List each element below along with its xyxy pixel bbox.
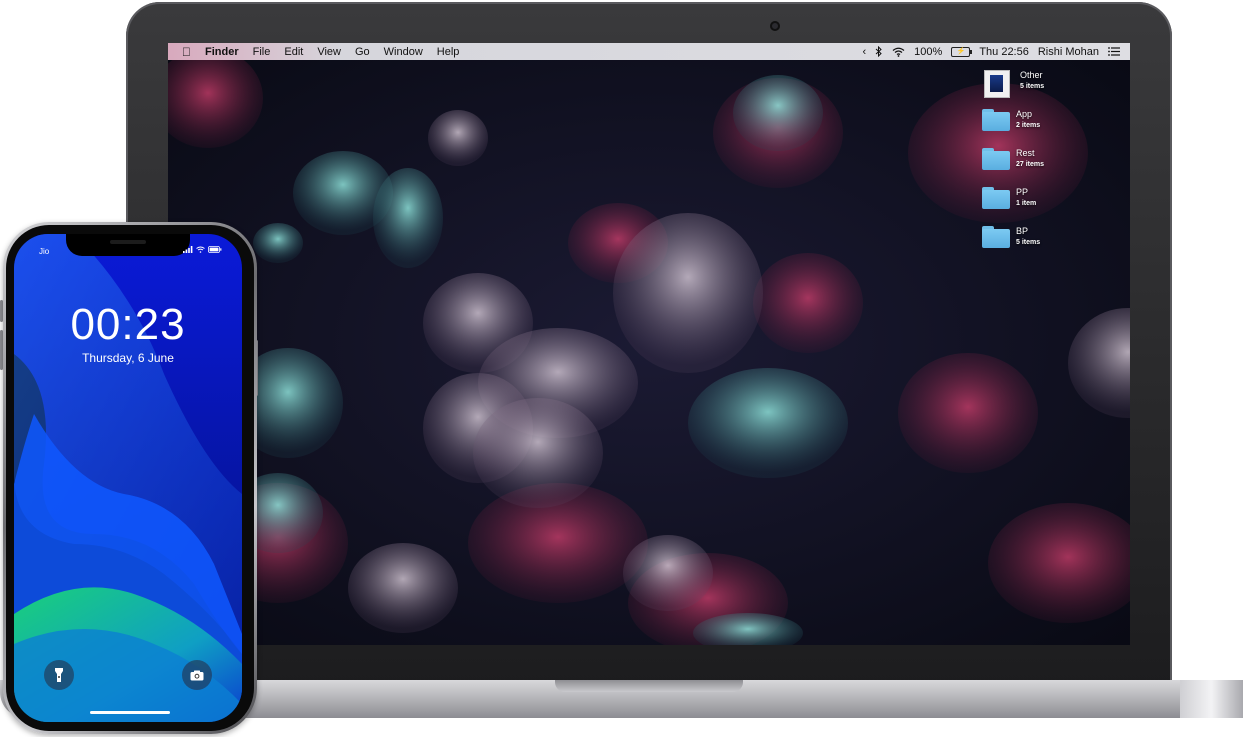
chevron-left-icon[interactable]: ‹ xyxy=(863,46,867,58)
desktop-item-name: PP xyxy=(1016,187,1029,197)
battery-icon xyxy=(208,246,222,253)
menu-file[interactable]: File xyxy=(246,46,278,58)
carrier-label: Jio xyxy=(39,247,50,256)
desktop-item-name: App xyxy=(1016,109,1033,119)
mac-menubar:  Finder File Edit View Go Window Help ‹… xyxy=(168,43,1130,60)
lockscreen-time: 00:23 xyxy=(70,300,186,349)
document-icon xyxy=(984,70,1010,98)
camera-button[interactable] xyxy=(182,660,212,690)
desktop-item-bp[interactable]: BP 5 items xyxy=(982,226,1122,265)
iphone-lockscreen: Jio 00:23 Thursday, 6 June xyxy=(14,234,242,722)
earpiece-speaker xyxy=(110,240,146,244)
bluetooth-icon[interactable] xyxy=(875,46,883,57)
phone-status-icons xyxy=(183,246,222,253)
desktop-item-name: Other xyxy=(1020,70,1043,80)
desktop-item-count: 5 items xyxy=(1016,239,1041,246)
wifi-icon xyxy=(196,246,205,253)
menubar-clock[interactable]: Thu 22:56 xyxy=(979,46,1029,58)
folder-icon xyxy=(982,148,1010,170)
desktop-item-count: 27 items xyxy=(1016,161,1045,168)
menubar-user[interactable]: Rishi Mohan xyxy=(1038,46,1099,58)
battery-icon[interactable]: ⚡ xyxy=(951,46,973,57)
signal-icon xyxy=(183,246,193,253)
battery-percent[interactable]: 100% xyxy=(914,46,942,58)
menu-view[interactable]: View xyxy=(310,46,348,58)
folder-icon xyxy=(982,226,1010,248)
desktop-item-app[interactable]: App 2 items xyxy=(982,109,1122,148)
desktop-item-name: Rest xyxy=(1016,148,1035,158)
apple-menu-icon[interactable]:  xyxy=(168,45,199,59)
menu-help[interactable]: Help xyxy=(430,46,467,58)
laptop-opening-notch xyxy=(555,680,743,692)
wifi-icon[interactable] xyxy=(892,47,905,57)
desktop-items: Other 5 items App 2 items Rest 27 items … xyxy=(982,70,1122,265)
menubar-status-area: ‹ 100% ⚡ Thu 22:56 Rishi Mohan xyxy=(863,46,1131,58)
desktop-item-other[interactable]: Other 5 items xyxy=(982,70,1122,109)
desktop-item-count: 1 item xyxy=(1016,200,1037,207)
flashlight-icon xyxy=(55,668,63,682)
lockscreen-date: Thursday, 6 June xyxy=(82,351,174,365)
desktop-item-count: 5 items xyxy=(1020,83,1045,90)
folder-icon xyxy=(982,109,1010,131)
webcam xyxy=(770,21,780,31)
notification-center-icon[interactable] xyxy=(1108,47,1120,56)
folder-icon xyxy=(982,187,1010,209)
flashlight-button[interactable] xyxy=(44,660,74,690)
menu-go[interactable]: Go xyxy=(348,46,377,58)
camera-icon xyxy=(190,670,204,680)
menu-window[interactable]: Window xyxy=(377,46,430,58)
app-name-menu[interactable]: Finder xyxy=(199,46,246,58)
desktop-item-count: 2 items xyxy=(1016,122,1041,129)
desktop-item-pp[interactable]: PP 1 item xyxy=(982,187,1122,226)
laptop-base-edge xyxy=(1180,680,1243,718)
desktop-item-name: BP xyxy=(1016,226,1029,236)
iphone-notch xyxy=(66,234,190,256)
mac-screen:  Finder File Edit View Go Window Help ‹… xyxy=(168,43,1130,645)
desktop-item-rest[interactable]: Rest 27 items xyxy=(982,148,1122,187)
home-indicator[interactable] xyxy=(90,711,170,714)
menu-edit[interactable]: Edit xyxy=(277,46,310,58)
